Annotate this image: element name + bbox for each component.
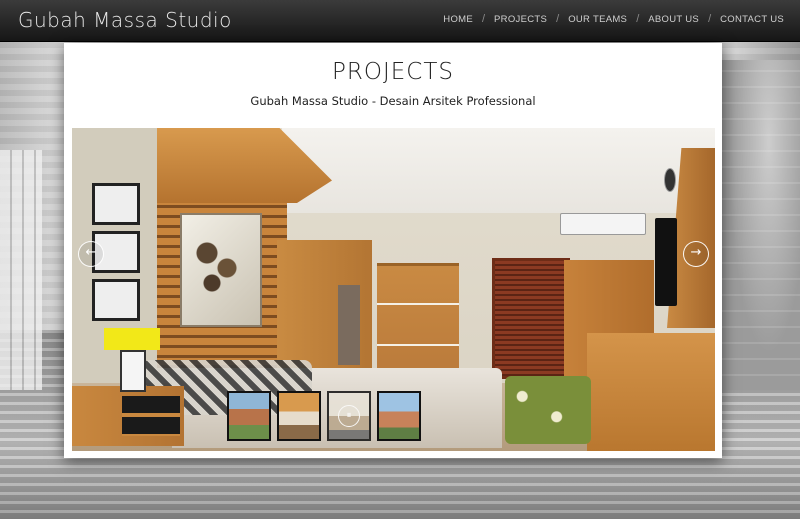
nav-projects[interactable]: PROJECTS bbox=[494, 14, 547, 25]
page-subtitle: Gubah Massa Studio - Desain Arsitek Prof… bbox=[250, 94, 536, 108]
prev-arrow-icon[interactable]: ← bbox=[78, 241, 104, 267]
nav-our-teams[interactable]: OUR TEAMS bbox=[568, 14, 627, 25]
flower-artwork bbox=[180, 213, 262, 327]
slider-thumbnails: ⏸ bbox=[227, 391, 427, 441]
nav-separator: / bbox=[481, 13, 486, 25]
project-slider[interactable]: ← → ⏸ bbox=[72, 128, 715, 451]
air-conditioner bbox=[560, 213, 646, 235]
desk bbox=[587, 333, 715, 451]
nav-separator: / bbox=[708, 13, 712, 25]
lamp-base bbox=[120, 350, 146, 392]
nav-separator: / bbox=[556, 13, 560, 25]
ottoman bbox=[505, 376, 591, 444]
scene-ceiling bbox=[282, 128, 715, 213]
page-title: PROJECTS bbox=[332, 59, 454, 85]
lamp-shade bbox=[104, 328, 160, 350]
thumbnail-4[interactable] bbox=[377, 391, 421, 441]
background-window bbox=[0, 150, 42, 390]
thumbnail-1[interactable] bbox=[227, 391, 271, 441]
wall-tv bbox=[655, 218, 677, 306]
projects-panel: PROJECTS Gubah Massa Studio - Desain Ars… bbox=[64, 43, 722, 458]
background-arch bbox=[722, 60, 800, 390]
nav-contact-us[interactable]: CONTACT US bbox=[720, 14, 784, 25]
nav-about-us[interactable]: ABOUT US bbox=[648, 14, 699, 25]
nav-separator: / bbox=[636, 13, 640, 25]
wardrobe bbox=[277, 240, 372, 380]
wall-clock bbox=[664, 168, 676, 192]
nav-home[interactable]: HOME bbox=[443, 14, 473, 25]
pause-icon[interactable]: ⏸ bbox=[338, 405, 360, 427]
window-blind bbox=[492, 258, 570, 379]
thumbnail-2[interactable] bbox=[277, 391, 321, 441]
nightstand bbox=[72, 386, 184, 446]
main-nav: HOME / PROJECTS / OUR TEAMS / ABOUT US /… bbox=[443, 13, 784, 25]
top-navbar: Gubah Massa Studio HOME / PROJECTS / OUR… bbox=[0, 0, 800, 42]
next-arrow-icon[interactable]: → bbox=[683, 241, 709, 267]
thumbnail-3[interactable]: ⏸ bbox=[327, 391, 371, 441]
site-logo[interactable]: Gubah Massa Studio bbox=[18, 8, 232, 32]
